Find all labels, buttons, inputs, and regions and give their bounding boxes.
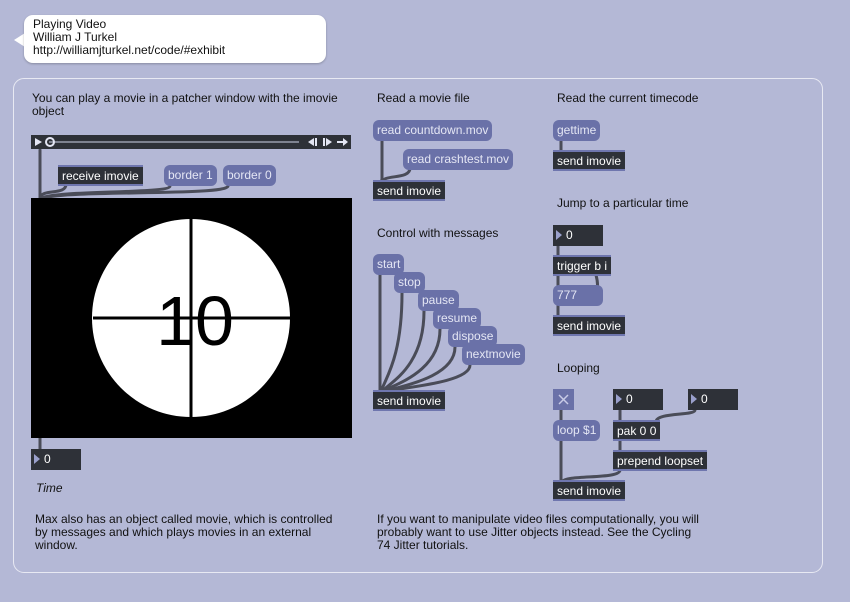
- step-forward-icon[interactable]: [323, 138, 332, 146]
- step-back-icon[interactable]: [308, 138, 317, 146]
- jump-comment: Jump to a particular time: [557, 196, 689, 210]
- jump-number-box[interactable]: 0: [553, 225, 603, 246]
- controller-graphics: [35, 137, 348, 147]
- send-imovie-object[interactable]: send imovie: [373, 390, 446, 411]
- loop-start-number-box[interactable]: 0: [613, 389, 663, 410]
- loop-end-number-box[interactable]: 0: [688, 389, 738, 410]
- number-triangle-icon: [556, 230, 562, 240]
- looping-comment: Looping: [557, 361, 600, 375]
- imovie-controller[interactable]: [31, 135, 351, 149]
- trigger-object[interactable]: trigger b i: [553, 255, 612, 276]
- control-comment: Control with messages: [377, 226, 499, 240]
- loop-toggle[interactable]: [553, 389, 574, 410]
- read-timecode-comment: Read the current timecode: [557, 91, 699, 105]
- nextmovie-message[interactable]: nextmovie: [462, 344, 525, 365]
- send-imovie-object[interactable]: send imovie: [553, 480, 626, 501]
- receive-imovie-object[interactable]: receive imovie: [58, 165, 143, 186]
- loop-start-value: 0: [626, 392, 633, 406]
- send-imovie-object[interactable]: send imovie: [553, 150, 626, 171]
- gettime-message[interactable]: gettime: [553, 120, 601, 141]
- number-triangle-icon: [34, 454, 40, 464]
- number-triangle-icon: [691, 394, 697, 404]
- pak-object[interactable]: pak 0 0: [613, 420, 661, 441]
- read-file-comment: Read a movie file: [377, 91, 470, 105]
- border-1-message[interactable]: border 1: [164, 165, 217, 186]
- intro-comment: You can play a movie in a patcher window…: [32, 91, 338, 118]
- time-777-message[interactable]: 777: [553, 285, 603, 306]
- play-icon[interactable]: [35, 138, 42, 146]
- countdown-number: 10: [156, 282, 234, 360]
- number-triangle-icon: [616, 394, 622, 404]
- send-imovie-object[interactable]: send imovie: [553, 315, 626, 336]
- read-crashtest-message[interactable]: read crashtest.mov: [403, 149, 514, 170]
- arrow-right-icon[interactable]: [337, 138, 348, 146]
- read-countdown-message[interactable]: read countdown.mov: [373, 120, 493, 141]
- prepend-loopset-object[interactable]: prepend loopset: [613, 450, 708, 471]
- toggle-x-icon: [558, 394, 569, 405]
- loop-message[interactable]: loop $1: [553, 420, 601, 441]
- send-imovie-object[interactable]: send imovie: [373, 180, 446, 201]
- movie-object-note: Max also has an object called movie, whi…: [35, 512, 333, 552]
- time-number-value: 0: [44, 452, 51, 466]
- countdown-leader-graphic: 10: [92, 218, 291, 418]
- imovie-screen[interactable]: 10: [31, 198, 352, 438]
- time-label: Time: [36, 481, 63, 495]
- border-0-message[interactable]: border 0: [223, 165, 276, 186]
- jitter-note: If you want to manipulate video files co…: [377, 512, 699, 552]
- loop-end-value: 0: [701, 392, 708, 406]
- time-number-box[interactable]: 0: [31, 449, 81, 470]
- jump-number-value: 0: [566, 228, 573, 242]
